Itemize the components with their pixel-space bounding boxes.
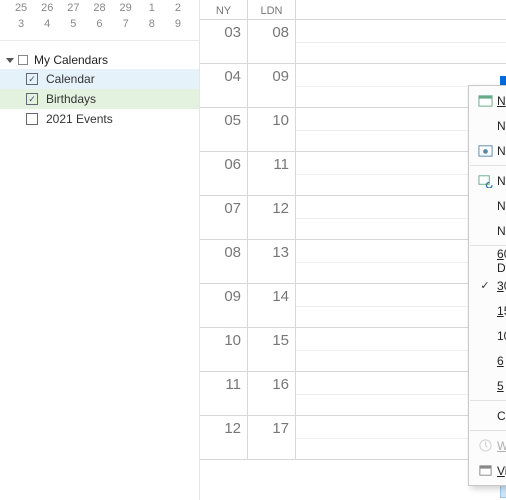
mini-cal-day[interactable]: 4 [34, 16, 60, 32]
menu-divider [470, 165, 506, 166]
menu-new-recurring-appointment[interactable]: New Recurring Appointment [469, 168, 506, 193]
menu-scale-60[interactable]: 60 Minutes - Least Space for Details [469, 248, 506, 273]
timezone-header: NY LDN [200, 0, 506, 20]
mini-cal-day[interactable]: 3 [8, 16, 34, 32]
calendar-checkbox[interactable]: ✓ [26, 73, 38, 85]
time-row: 1015 [200, 328, 506, 372]
tz-label-ldn: LDN [248, 0, 296, 19]
mini-cal-day[interactable]: 27 [60, 0, 86, 16]
clock-icon [473, 438, 497, 453]
time-label-ldn: 15 [248, 328, 296, 372]
time-slot[interactable] [296, 20, 506, 64]
settings-icon [473, 463, 497, 478]
mini-cal-day[interactable]: 7 [113, 16, 139, 32]
calendar-icon [473, 93, 497, 108]
menu-scale-30[interactable]: ✓ 30 Minutes [469, 273, 506, 298]
menu-scale-5[interactable]: 5 Minutes - Most Space for Details [469, 373, 506, 398]
collapse-icon [6, 58, 14, 63]
time-label-ldn: 08 [248, 20, 296, 64]
time-label-ny: 07 [200, 196, 248, 240]
time-row: 0712 [200, 196, 506, 240]
time-label-ny: 05 [200, 108, 248, 152]
time-row: 0611 [200, 152, 506, 196]
time-label-ldn: 10 [248, 108, 296, 152]
calendar-checkbox[interactable]: ✓ [26, 93, 38, 105]
menu-scale-6[interactable]: 6 Minutes [469, 348, 506, 373]
time-row: 0914 [200, 284, 506, 328]
mini-cal-day[interactable]: 8 [139, 16, 165, 32]
menu-new-recurring-meeting[interactable]: New Recurring Meeting [469, 218, 506, 243]
time-label-ny: 06 [200, 152, 248, 196]
menu-working-hours: Working Hours [469, 433, 506, 458]
time-label-ny: 08 [200, 240, 248, 284]
time-label-ldn: 12 [248, 196, 296, 240]
menu-divider [470, 430, 506, 431]
time-label-ldn: 13 [248, 240, 296, 284]
time-label-ldn: 16 [248, 372, 296, 416]
time-label-ldn: 09 [248, 64, 296, 108]
time-label-ny: 10 [200, 328, 248, 372]
time-label-ny: 09 [200, 284, 248, 328]
time-label-ny: 11 [200, 372, 248, 416]
time-row: 0813 [200, 240, 506, 284]
tz-label-ny: NY [200, 0, 248, 19]
calendar-list-item[interactable]: ✓ Birthdays [0, 89, 199, 109]
calendar-checkbox[interactable] [26, 113, 38, 125]
group-checkbox[interactable] [18, 55, 28, 65]
time-label-ny: 04 [200, 64, 248, 108]
time-row: 0409 [200, 64, 506, 108]
menu-change-timezone[interactable]: Change Time Zone... [469, 403, 506, 428]
meeting-icon [473, 143, 497, 158]
time-row: 0308 [200, 20, 506, 64]
menu-scale-15[interactable]: 15 Minutes [469, 298, 506, 323]
time-row: 1116 [200, 372, 506, 416]
time-label-ldn: 17 [248, 416, 296, 460]
calendar-group-header[interactable]: My Calendars [0, 51, 199, 69]
time-row: 1217 [200, 416, 506, 460]
time-label-ny: 12 [200, 416, 248, 460]
mini-cal-day[interactable]: 26 [34, 0, 60, 16]
calendar-name: 2021 Events [46, 112, 113, 126]
mini-cal-day[interactable]: 9 [165, 16, 191, 32]
calendar-grid[interactable]: NY LDN 030804090510061107120813091410151… [200, 0, 506, 500]
context-menu: New Appointment New All Day Event New Me… [468, 85, 506, 486]
mini-cal-day[interactable]: 6 [86, 16, 112, 32]
menu-new-all-day-event[interactable]: New All Day Event [469, 113, 506, 138]
menu-view-settings[interactable]: View Settings... [469, 458, 506, 483]
time-label-ny: 03 [200, 20, 248, 64]
recurring-icon [473, 173, 497, 188]
mini-calendar[interactable]: 252627282912 3456789 [0, 0, 199, 38]
mini-cal-day[interactable]: 2 [165, 0, 191, 16]
menu-scale-10[interactable]: 10 Minutes [469, 323, 506, 348]
calendar-name: Birthdays [46, 92, 96, 106]
mini-cal-day[interactable]: 5 [60, 16, 86, 32]
sidebar: 252627282912 3456789 My Calendars ✓ Calend… [0, 0, 200, 500]
menu-new-meeting-request[interactable]: New Meeting Request [469, 138, 506, 163]
mini-cal-day[interactable]: 28 [86, 0, 112, 16]
time-label-ldn: 14 [248, 284, 296, 328]
group-label: My Calendars [34, 53, 108, 67]
calendar-list-item[interactable]: ✓ Calendar [0, 69, 199, 89]
mini-cal-day[interactable]: 1 [139, 0, 165, 16]
mini-cal-day[interactable]: 29 [113, 0, 139, 16]
menu-new-appointment[interactable]: New Appointment [469, 88, 506, 113]
mini-cal-day[interactable]: 25 [8, 0, 34, 16]
calendar-name: Calendar [46, 72, 95, 86]
menu-new-recurring-event[interactable]: New Recurring Event [469, 193, 506, 218]
calendar-list-item[interactable]: 2021 Events [0, 109, 199, 129]
divider [0, 40, 199, 41]
time-label-ldn: 11 [248, 152, 296, 196]
checkmark-icon: ✓ [473, 279, 497, 292]
menu-divider [470, 400, 506, 401]
time-row: 0510 [200, 108, 506, 152]
